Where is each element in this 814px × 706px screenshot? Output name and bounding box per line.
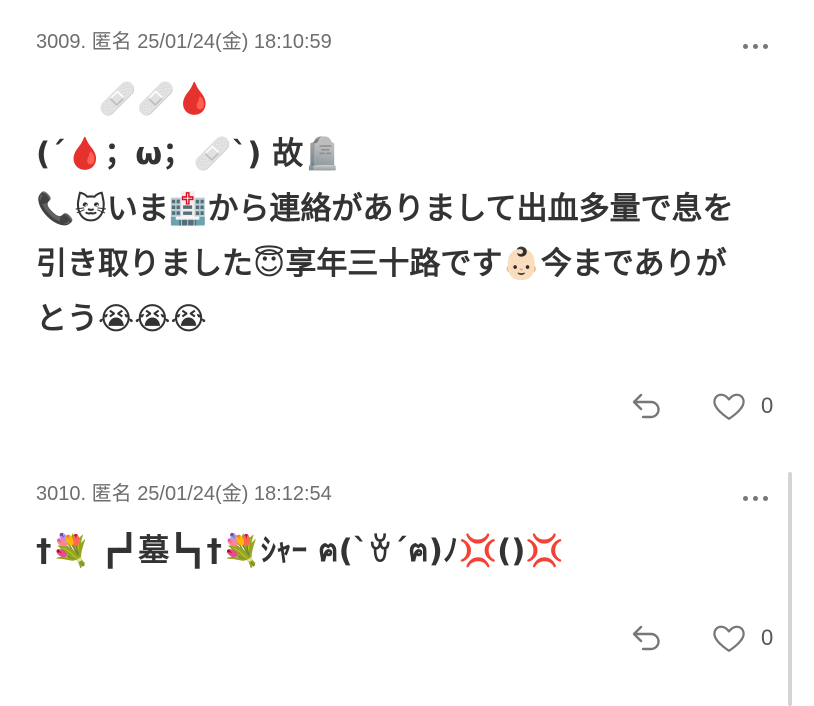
comment-body-line: 📞🐱いま🏥から連絡がありまして出血多量で息を [36, 191, 734, 227]
reply-arrow-icon [632, 625, 660, 651]
comment-item: 3010. 匿名 25/01/24(金) 18:12:54 †💐 ┏┛墓┗┓†💐… [0, 452, 790, 706]
like-count: 0 [761, 625, 774, 650]
more-options-icon [742, 495, 768, 501]
comment-number: 3009. [36, 31, 87, 53]
comment-datetime: 25/01/24(金) 18:12:54 [137, 483, 332, 505]
comment-item: 3009. 匿名 25/01/24(金) 18:10:59 🩹🩹🩸 (´🩸；ω；… [0, 0, 790, 452]
more-options-button[interactable] [738, 488, 772, 508]
comment-actions: 0 [0, 620, 790, 656]
comment-header: 3009. 匿名 25/01/24(金) 18:10:59 [36, 28, 332, 56]
like-button[interactable]: 0 [710, 620, 782, 656]
comment-body-line: (´🩸；ω；🩹`) 故🪦 [36, 136, 342, 172]
comment-author: 匿名 [91, 31, 132, 53]
like-count: 0 [761, 393, 774, 418]
reply-button[interactable] [628, 388, 666, 424]
comment-body-line: †💐 ┏┛墓┗┓†💐ｼｬｰ ฅ(`ꈊ´ฅ)ﾉ💢()💢 [36, 533, 564, 569]
comment-body: 🩹🩹🩸 (´🩸；ω；🩹`) 故🪦 📞🐱いま🏥から連絡がありまして出血多量で息を … [36, 72, 734, 347]
comment-body-line: 引き取りました😇享年三十路です👶🏻今までありが [36, 246, 727, 282]
comment-body-line: とう😭😭😭 [36, 301, 207, 337]
more-options-button[interactable] [738, 36, 772, 56]
heart-outline-icon [713, 393, 745, 420]
comment-number: 3010. [36, 483, 87, 505]
comment-actions: 0 [0, 388, 790, 424]
comment-list: 3009. 匿名 25/01/24(金) 18:10:59 🩹🩹🩸 (´🩸；ω；… [0, 0, 814, 706]
more-options-icon [742, 43, 768, 49]
comment-header: 3010. 匿名 25/01/24(金) 18:12:54 [36, 480, 332, 508]
heart-outline-icon [713, 625, 745, 652]
reply-arrow-icon [632, 393, 660, 419]
comment-datetime: 25/01/24(金) 18:10:59 [137, 31, 332, 53]
comment-author: 匿名 [91, 483, 132, 505]
comment-body: †💐 ┏┛墓┗┓†💐ｼｬｰ ฅ(`ꈊ´ฅ)ﾉ💢()💢 [36, 524, 564, 579]
reply-button[interactable] [628, 620, 666, 656]
scrollbar[interactable] [788, 472, 792, 706]
comment-body-line: 🩹🩹🩸 [36, 81, 214, 117]
like-button[interactable]: 0 [710, 388, 782, 424]
